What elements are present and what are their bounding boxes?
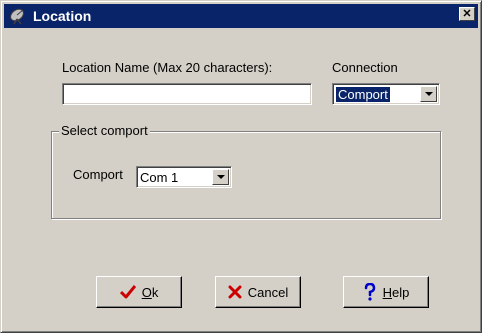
comport-dropdown-button[interactable] bbox=[212, 169, 229, 185]
comport-label: Comport bbox=[73, 167, 123, 182]
help-label-rest: elp bbox=[392, 284, 410, 300]
location-name-input[interactable] bbox=[62, 83, 312, 105]
question-mark-icon bbox=[364, 283, 375, 301]
connection-selected-value: Comport bbox=[335, 85, 391, 103]
close-icon: ✕ bbox=[462, 7, 472, 20]
chevron-down-icon bbox=[424, 92, 433, 96]
cancel-button[interactable]: Cancel bbox=[215, 276, 301, 308]
dialog-title: Location bbox=[33, 8, 92, 24]
cancel-label: Cancel bbox=[247, 284, 289, 300]
chevron-down-icon bbox=[216, 175, 225, 179]
help-mnemonic: H bbox=[382, 284, 393, 300]
checkmark-icon bbox=[119, 285, 136, 299]
title-bar[interactable]: Location ✕ bbox=[4, 4, 478, 28]
satellite-dish-icon bbox=[10, 8, 24, 25]
help-button[interactable]: Help bbox=[343, 276, 429, 308]
connection-label: Connection bbox=[332, 60, 398, 75]
close-button[interactable]: ✕ bbox=[459, 7, 475, 21]
comport-select[interactable]: Com 1 bbox=[136, 166, 232, 188]
ok-button[interactable]: Ok bbox=[96, 276, 182, 308]
location-name-label: Location Name (Max 20 characters): bbox=[62, 60, 273, 75]
x-icon bbox=[228, 285, 242, 299]
ok-mnemonic: O bbox=[141, 284, 152, 300]
connection-select[interactable]: Comport bbox=[332, 83, 440, 105]
location-dialog: Location ✕ Location Name (Max 20 charact… bbox=[0, 0, 482, 333]
comport-selected-value: Com 1 bbox=[140, 169, 179, 185]
group-legend: Select comport bbox=[59, 123, 150, 138]
connection-dropdown-button[interactable] bbox=[420, 86, 437, 102]
ok-label-rest: k bbox=[151, 284, 159, 300]
